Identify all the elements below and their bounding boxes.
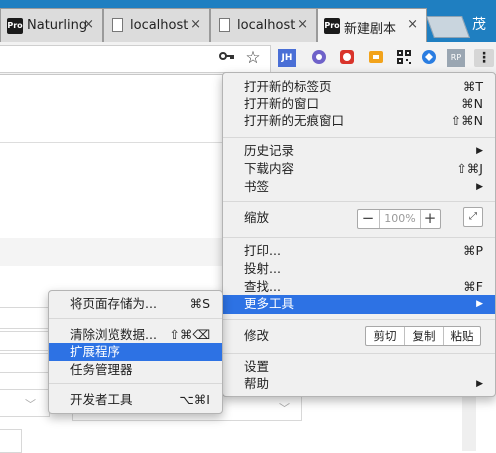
rp-extension-icon[interactable]: RP	[447, 49, 465, 67]
extension-6-icon[interactable]	[420, 49, 438, 67]
menu-item-developer-tools[interactable]: 开发者工具 ⌥⌘I	[49, 391, 222, 409]
menu-item-new-tab[interactable]: 打开新的标签页 ⌘T	[223, 78, 495, 96]
edit-button-group: 剪切 复制 粘贴	[365, 326, 481, 346]
menu-item-find[interactable]: 查找... ⌘F	[223, 278, 495, 296]
qr-code-icon[interactable]	[395, 49, 413, 67]
menu-separator	[223, 137, 495, 138]
pro-icon: Pro	[7, 18, 23, 34]
close-icon[interactable]: ×	[407, 17, 418, 32]
menu-separator	[49, 383, 222, 384]
form-field[interactable]	[0, 307, 50, 329]
chrome-main-menu: 打开新的标签页 ⌘T 打开新的窗口 ⌘N 打开新的无痕窗口 ⇧⌘N 历史记录 ▶…	[222, 72, 496, 397]
tab-title: 新建剧本	[344, 22, 397, 37]
menu-item-history[interactable]: 历史记录 ▶	[223, 142, 495, 160]
menu-item-cast[interactable]: 投射...	[223, 260, 495, 278]
chevron-down-icon: ﹀	[25, 398, 36, 411]
profile-name[interactable]: 茂	[472, 14, 486, 34]
tab-title: localhost	[237, 18, 296, 33]
form-field[interactable]	[0, 429, 22, 453]
menu-item-help[interactable]: 帮助 ▶	[223, 375, 495, 393]
chevron-right-icon: ▶	[476, 182, 483, 192]
zoom-control: − 100% +	[357, 209, 441, 229]
menu-separator	[49, 318, 222, 319]
close-icon[interactable]: ×	[297, 17, 308, 32]
menu-separator	[223, 201, 495, 202]
close-icon[interactable]: ×	[83, 17, 94, 32]
menu-item-save-page-as[interactable]: 将页面存储为... ⌘S	[49, 295, 222, 313]
menu-item-settings[interactable]: 设置	[223, 358, 495, 376]
chevron-right-icon: ▶	[476, 146, 483, 156]
fullscreen-icon[interactable]: ⤢	[463, 207, 483, 227]
menu-item-new-incognito-window[interactable]: 打开新的无痕窗口 ⇧⌘N	[223, 112, 495, 130]
zoom-level: 100%	[379, 210, 421, 228]
tab-localhost-2[interactable]: localhost ×	[210, 8, 317, 42]
menu-separator	[223, 319, 495, 320]
menu-item-clear-browsing-data[interactable]: 清除浏览数据... ⇧⌘⌫	[49, 326, 222, 344]
zoom-in-button[interactable]: +	[420, 210, 440, 228]
form-field[interactable]	[0, 331, 50, 351]
menu-item-extensions[interactable]: 扩展程序	[49, 343, 222, 361]
new-tab-button[interactable]	[425, 16, 471, 38]
document-icon	[219, 18, 230, 32]
close-icon[interactable]: ×	[190, 17, 201, 32]
menu-item-bookmarks[interactable]: 书签 ▶	[223, 178, 495, 196]
menu-item-new-window[interactable]: 打开新的窗口 ⌘N	[223, 95, 495, 113]
chevron-right-icon: ▶	[476, 379, 483, 389]
tab-naturling[interactable]: Pro Naturling ×	[0, 8, 103, 42]
key-icon[interactable]	[218, 49, 236, 67]
tab-localhost-1[interactable]: localhost ×	[103, 8, 210, 42]
menu-item-task-manager[interactable]: 任务管理器	[49, 361, 222, 379]
menu-item-print[interactable]: 打印... ⌘P	[223, 242, 495, 260]
star-icon[interactable]: ☆	[244, 49, 262, 67]
extension-2-icon[interactable]	[310, 49, 328, 67]
copy-button[interactable]: 复制	[405, 327, 444, 345]
kebab-menu-icon[interactable]: ⋮	[474, 49, 494, 67]
zoom-out-button[interactable]: −	[358, 210, 378, 228]
menu-separator	[223, 353, 495, 354]
pro-icon: Pro	[324, 18, 340, 34]
browser-toolbar: ☆ JH RP ⋮	[0, 42, 496, 75]
menu-item-more-tools[interactable]: 更多工具 ▶	[223, 295, 495, 314]
tab-title: Naturling	[27, 18, 88, 33]
more-tools-submenu: 将页面存储为... ⌘S 清除浏览数据... ⇧⌘⌫ 扩展程序 任务管理器 开发…	[48, 290, 223, 414]
dropdown-field[interactable]: ﹀	[0, 389, 50, 417]
tab-strip: Pro Naturling × localhost × localhost × …	[0, 0, 496, 42]
menu-item-downloads[interactable]: 下载内容 ⇧⌘J	[223, 160, 495, 178]
cut-button[interactable]: 剪切	[366, 327, 405, 345]
tab-title: localhost	[130, 18, 189, 33]
chevron-right-icon: ▶	[476, 299, 483, 309]
jh-extension-icon[interactable]: JH	[278, 49, 296, 67]
chevron-down-icon: ﹀	[279, 402, 290, 415]
tab-new-script[interactable]: Pro 新建剧本 ×	[317, 8, 427, 42]
extension-3-icon[interactable]	[338, 49, 356, 67]
extension-4-icon[interactable]	[367, 49, 385, 67]
paste-button[interactable]: 粘贴	[444, 327, 480, 345]
document-icon	[112, 18, 123, 32]
form-field[interactable]	[0, 353, 50, 373]
menu-separator	[223, 237, 495, 238]
